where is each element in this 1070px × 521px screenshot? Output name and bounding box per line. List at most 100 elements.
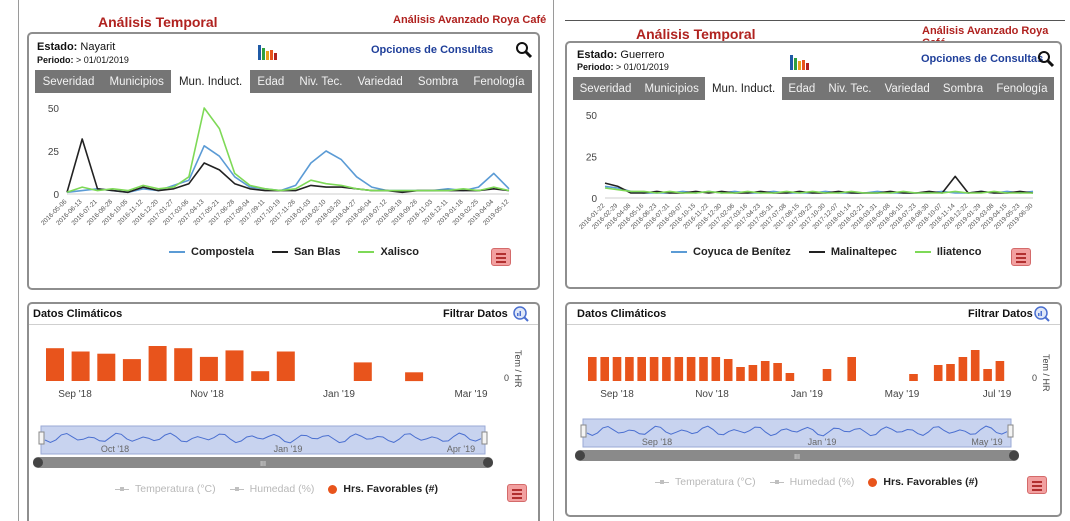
climate-bar	[760, 361, 770, 381]
tab-fenolog-a[interactable]: Fenología	[990, 77, 1054, 100]
filter-search-icon[interactable]	[1034, 306, 1050, 322]
legend-item[interactable]: Iliatenco	[914, 246, 981, 258]
tab-mun-induct[interactable]: Mun. Induct.	[705, 77, 782, 100]
x-tick-label: May '19	[885, 389, 920, 400]
tab-mun-induct[interactable]: Mun. Induct.	[171, 70, 250, 93]
bar-chart-logo-icon	[790, 55, 809, 70]
chart-menu-button[interactable]	[491, 248, 511, 266]
climate-panel: Datos Climáticos Filtrar Datos Sep '18 No…	[565, 302, 1062, 517]
y-tick-label: 25	[586, 153, 598, 164]
scroll-left-button	[575, 450, 585, 461]
periodo-label: Periodo: > 01/01/2019	[577, 62, 669, 72]
tab-edad[interactable]: Edad	[782, 77, 822, 100]
legend-label: San Blas	[293, 246, 341, 258]
legend-item[interactable]: Xalisco	[358, 246, 419, 258]
climate-bar	[958, 357, 968, 381]
climate-bar	[711, 357, 721, 381]
legend-line-icon	[358, 251, 375, 253]
legend-horas-favorables[interactable]: Hrs. Favorables (#)	[868, 476, 978, 488]
search-icon[interactable]	[515, 41, 533, 59]
tab-variedad[interactable]: Variedad	[350, 70, 410, 93]
y-tick-label: 50	[48, 104, 60, 115]
tab-variedad[interactable]: Variedad	[878, 77, 936, 100]
y-tick-label: 25	[48, 147, 60, 158]
legend-temperatura[interactable]: Temperatura (°C)	[655, 476, 756, 488]
navigator-left-handle	[580, 424, 587, 438]
tab-sombra[interactable]: Sombra	[410, 70, 465, 93]
legend-item[interactable]: San Blas	[271, 246, 341, 258]
climate-header: Datos Climáticos	[33, 308, 123, 320]
app-title: Análisis Temporal	[98, 14, 218, 30]
temporal-panel: Estado: Guerrero Periodo: > 01/01/2019 O…	[565, 41, 1062, 289]
climate-bar	[748, 365, 758, 381]
climate-bar	[46, 348, 64, 381]
line-chart: 502502016-05-062016-06-132016-07-212016-…	[40, 104, 511, 227]
y-zero-label: 0	[1032, 373, 1037, 383]
tab-municipios[interactable]: Municipios	[638, 77, 705, 100]
climate-chart: Sep '18 Nov '18 Jan '19 May '19 Jul '19 0 Tem …	[575, 350, 1051, 461]
x-tick-label: Mar '19	[454, 389, 487, 400]
legend-label: Compostela	[191, 246, 254, 258]
climate-bar	[674, 357, 684, 381]
y-tick-label: 0	[53, 190, 59, 201]
periodo-value: > 01/01/2019	[76, 55, 129, 65]
tab-municipios[interactable]: Municipios	[102, 70, 171, 93]
climate-bar	[97, 353, 116, 381]
tab-niv-tec[interactable]: Niv. Tec.	[822, 77, 878, 100]
climate-bar	[174, 348, 193, 381]
navigator-tick-label: Sep '18	[642, 437, 672, 447]
climate-bar	[983, 369, 992, 381]
tab-sombra[interactable]: Sombra	[936, 77, 989, 100]
climate-menu-button[interactable]	[507, 484, 527, 502]
brand-title: Análisis Avanzado Roya Café	[393, 14, 547, 26]
x-tick-label: Sep '18	[58, 389, 92, 400]
legend-item[interactable]: Compostela	[169, 246, 254, 258]
climate-bar	[625, 357, 634, 381]
y-tick-label: 50	[586, 111, 598, 122]
climate-bar	[847, 357, 856, 381]
search-icon[interactable]	[1037, 50, 1055, 68]
climate-bar	[251, 371, 270, 381]
legend-label: Xalisco	[380, 246, 419, 258]
estado-value: Nayarit	[80, 41, 116, 53]
legend-label: Malinaltepec	[830, 246, 897, 258]
climate-bar	[588, 357, 597, 381]
opciones-consultas-link[interactable]: Opciones de Consultas	[921, 53, 1043, 65]
climate-chart: Sep '18 Nov '18 Jan '19 Mar '19 0 Tem / HR Oct…	[33, 346, 523, 468]
y-zero-label: 0	[504, 373, 509, 383]
opciones-consultas-link[interactable]: Opciones de Consultas	[371, 44, 493, 56]
tab-bar: Severidad Municipios Mun. Induct. Edad Niv. …	[573, 77, 1054, 100]
climate-legend: Temperatura (°C) Humedad (%) Hrs. Favora…	[655, 476, 992, 488]
series-line-iliatenco	[604, 187, 1033, 194]
y-tick-label: 0	[591, 194, 597, 205]
legend-humedad[interactable]: Humedad (%)	[229, 483, 314, 495]
series-line-xalisco	[66, 107, 510, 194]
filtrar-datos-button[interactable]: Filtrar Datos	[968, 308, 1033, 320]
x-tick-label: Jul '19	[983, 389, 1012, 400]
tab-severidad[interactable]: Severidad	[35, 70, 102, 93]
navigator-tick-label: Apr '19	[447, 444, 475, 454]
climate-bar	[933, 365, 943, 381]
legend-item[interactable]: Coyuca de Benítez	[671, 246, 791, 258]
climate-header: Datos Climáticos	[577, 308, 667, 320]
tab-edad[interactable]: Edad	[250, 70, 292, 93]
climate-panel: Datos Climáticos Filtrar Datos Sep '18 No…	[27, 302, 540, 521]
navigator-tick-label: Jan '19	[808, 437, 837, 447]
chart-menu-button[interactable]	[1011, 248, 1031, 266]
legend-line-icon	[271, 251, 288, 253]
y-axis-label: Tem / HR	[513, 350, 523, 388]
tab-niv-tec[interactable]: Niv. Tec.	[292, 70, 350, 93]
filter-search-icon[interactable]	[513, 306, 529, 322]
tab-severidad[interactable]: Severidad	[573, 77, 638, 100]
climate-bar	[122, 359, 141, 381]
legend-item[interactable]: Malinaltepec	[808, 246, 897, 258]
legend-temperatura[interactable]: Temperatura (°C)	[115, 483, 216, 495]
periodo-value: > 01/01/2019	[616, 62, 669, 72]
climate-bar	[723, 359, 733, 381]
filtrar-datos-button[interactable]: Filtrar Datos	[443, 308, 508, 320]
legend-line-icon	[671, 251, 687, 253]
tab-fenolog-a[interactable]: Fenología	[466, 70, 532, 93]
legend-humedad[interactable]: Humedad (%)	[769, 476, 854, 488]
climate-menu-button[interactable]	[1027, 476, 1047, 494]
legend-horas-favorables[interactable]: Hrs. Favorables (#)	[328, 483, 438, 495]
